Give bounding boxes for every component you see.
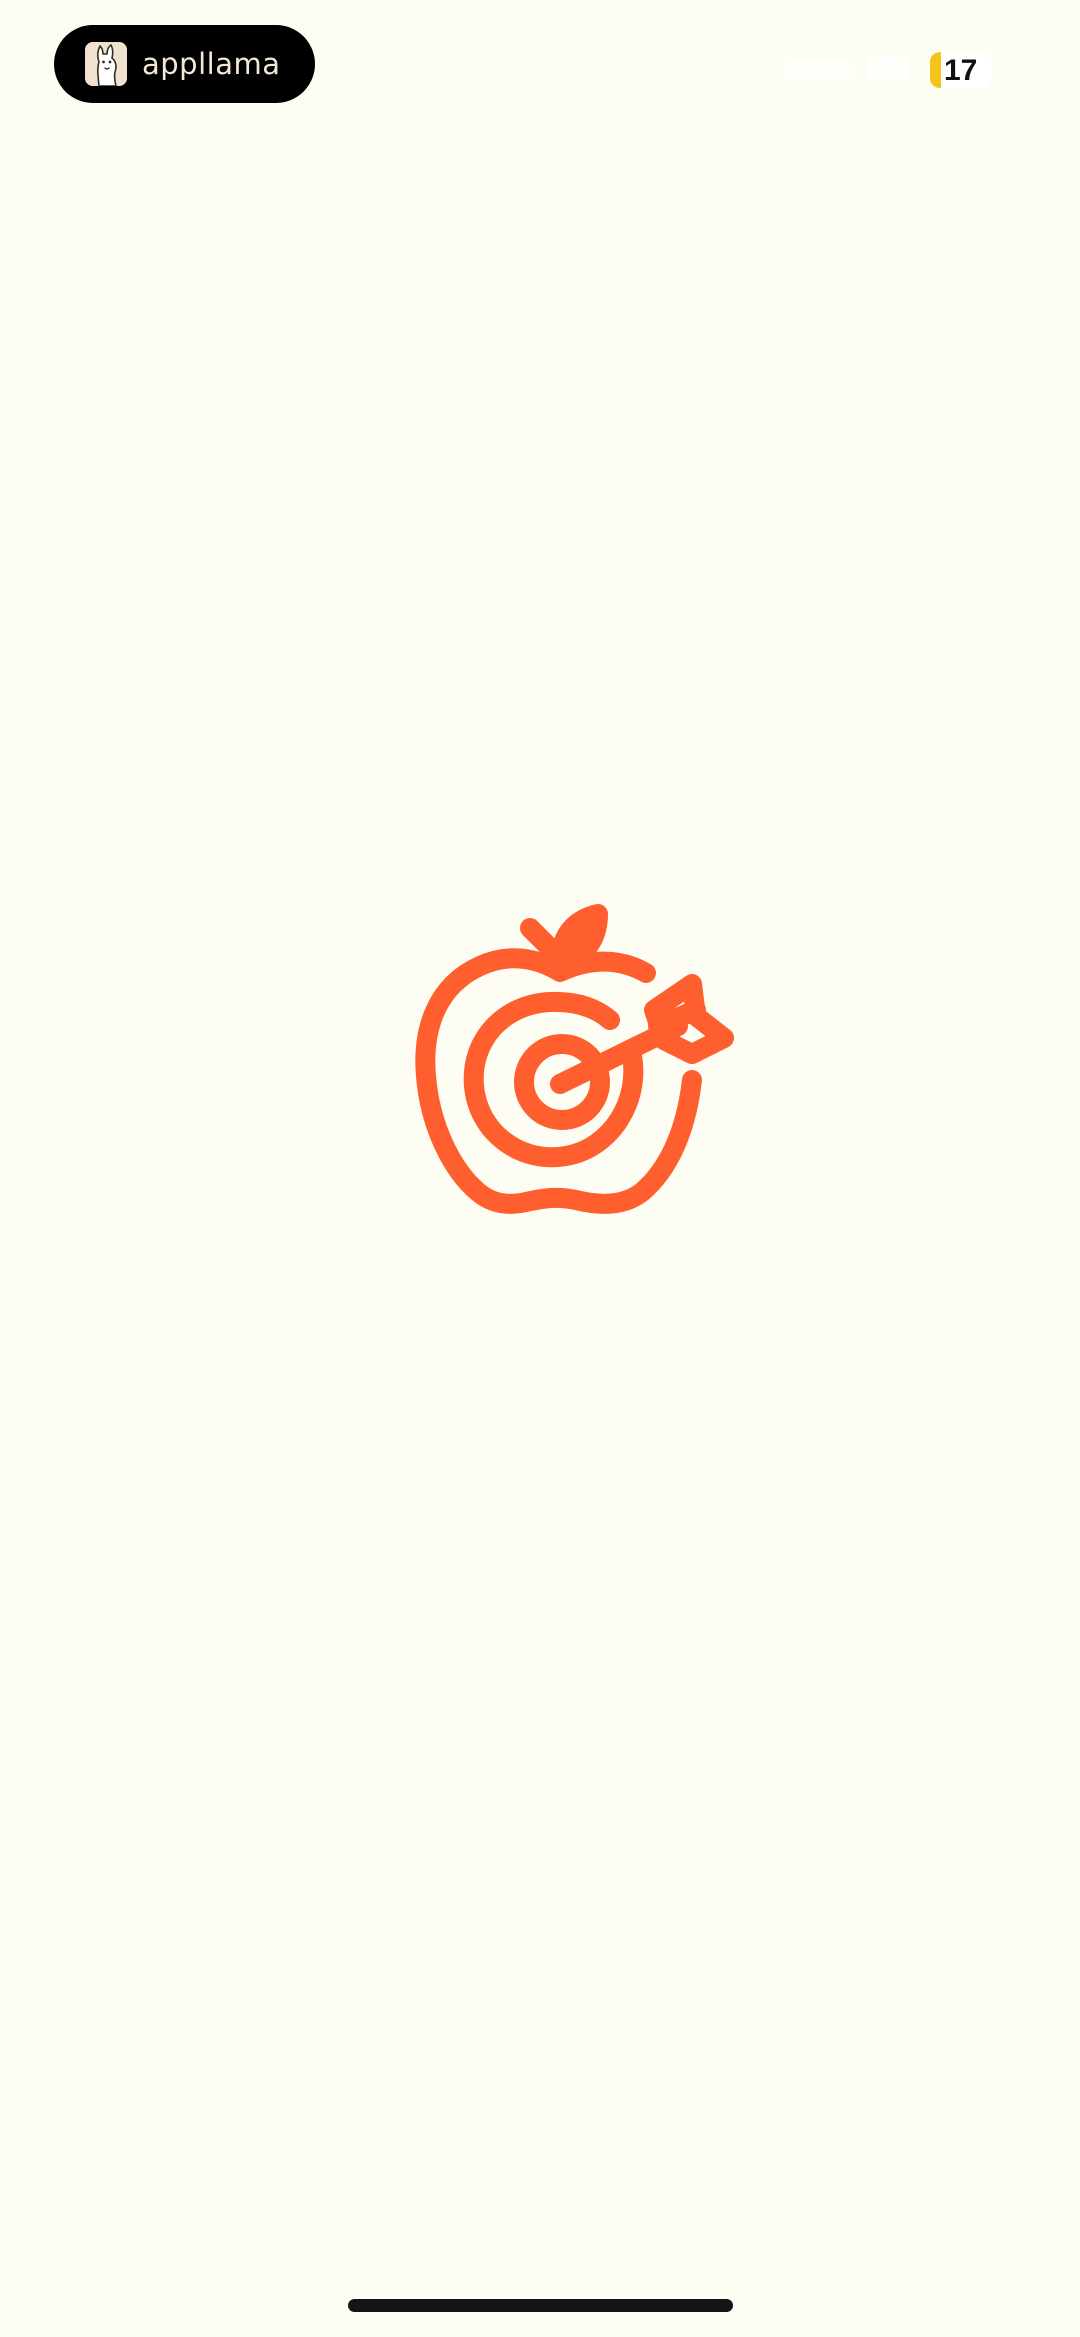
screen-recording-pill[interactable]: appllama bbox=[54, 25, 315, 103]
apple-target-arrow-icon bbox=[410, 900, 740, 1220]
wifi-icon bbox=[868, 56, 908, 82]
home-indicator[interactable] bbox=[348, 2299, 733, 2312]
battery-level: 17 bbox=[944, 54, 978, 87]
app-pill-label: appllama bbox=[142, 47, 281, 81]
battery-icon: 17 bbox=[930, 52, 992, 88]
splash-screen: appllama 17 bbox=[0, 0, 1080, 2337]
status-icons: 17 bbox=[780, 46, 1000, 90]
signal-icon bbox=[784, 60, 854, 82]
battery-fill bbox=[930, 52, 941, 88]
llama-icon bbox=[85, 42, 127, 86]
